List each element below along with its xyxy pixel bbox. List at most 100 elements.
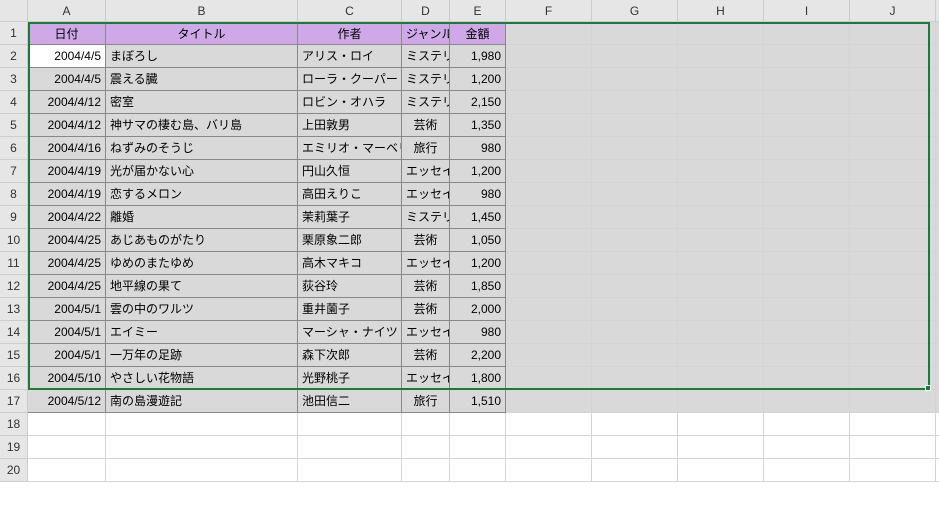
column-header-F[interactable]: F xyxy=(506,0,592,22)
column-header-B[interactable]: B xyxy=(106,0,298,22)
empty-cell[interactable] xyxy=(678,229,764,252)
column-header-J[interactable]: J xyxy=(850,0,936,22)
empty-cell[interactable] xyxy=(106,413,298,436)
data-cell[interactable]: 密室 xyxy=(106,91,298,114)
data-cell[interactable]: 1,800 xyxy=(450,367,506,390)
data-cell[interactable]: 1,200 xyxy=(450,252,506,275)
empty-cell[interactable] xyxy=(506,68,592,91)
empty-cell[interactable] xyxy=(850,183,936,206)
data-cell[interactable]: あじあものがたり xyxy=(106,229,298,252)
row-header-15[interactable]: 15 xyxy=(0,344,28,367)
row-header-6[interactable]: 6 xyxy=(0,137,28,160)
data-cell[interactable]: 震える臓 xyxy=(106,68,298,91)
empty-cell[interactable] xyxy=(764,160,850,183)
data-cell[interactable]: 1,350 xyxy=(450,114,506,137)
data-cell[interactable]: 芸術 xyxy=(402,114,450,137)
empty-cell[interactable] xyxy=(678,390,764,413)
empty-cell[interactable] xyxy=(506,413,592,436)
data-cell[interactable]: 神サマの棲む島、バリ島 xyxy=(106,114,298,137)
empty-cell[interactable] xyxy=(850,390,936,413)
data-cell[interactable]: 2004/4/22 xyxy=(28,206,106,229)
data-cell[interactable]: ミステリー xyxy=(402,45,450,68)
data-cell[interactable]: 離婚 xyxy=(106,206,298,229)
data-cell[interactable]: 高木マキコ xyxy=(298,252,402,275)
row-header-7[interactable]: 7 xyxy=(0,160,28,183)
empty-cell[interactable] xyxy=(850,160,936,183)
data-cell[interactable]: まぼろし xyxy=(106,45,298,68)
empty-cell[interactable] xyxy=(850,275,936,298)
data-cell[interactable]: ねずみのそうじ xyxy=(106,137,298,160)
empty-cell[interactable] xyxy=(764,390,850,413)
header-cell[interactable]: 日付 xyxy=(28,22,106,45)
data-cell[interactable]: 芸術 xyxy=(402,298,450,321)
data-cell[interactable]: 2,200 xyxy=(450,344,506,367)
empty-cell[interactable] xyxy=(592,436,678,459)
empty-cell[interactable] xyxy=(678,91,764,114)
empty-cell[interactable] xyxy=(678,367,764,390)
empty-cell[interactable] xyxy=(592,275,678,298)
data-cell[interactable]: アリス・ロイ xyxy=(298,45,402,68)
data-cell[interactable]: 2004/4/25 xyxy=(28,252,106,275)
empty-cell[interactable] xyxy=(678,413,764,436)
row-header-3[interactable]: 3 xyxy=(0,68,28,91)
empty-cell[interactable] xyxy=(506,183,592,206)
row-header-18[interactable]: 18 xyxy=(0,413,28,436)
empty-cell[interactable] xyxy=(592,367,678,390)
empty-cell[interactable] xyxy=(850,22,936,45)
data-cell[interactable]: 地平線の果て xyxy=(106,275,298,298)
data-cell[interactable]: エッセイ xyxy=(402,160,450,183)
empty-cell[interactable] xyxy=(106,459,298,482)
data-cell[interactable]: 2004/4/19 xyxy=(28,160,106,183)
empty-cell[interactable] xyxy=(298,413,402,436)
data-cell[interactable]: ミステリー xyxy=(402,68,450,91)
empty-cell[interactable] xyxy=(402,413,450,436)
empty-cell[interactable] xyxy=(506,206,592,229)
data-cell[interactable]: 荻谷玲 xyxy=(298,275,402,298)
empty-cell[interactable] xyxy=(592,390,678,413)
column-header-E[interactable]: E xyxy=(450,0,506,22)
empty-cell[interactable] xyxy=(678,22,764,45)
data-cell[interactable]: 雲の中のワルツ xyxy=(106,298,298,321)
data-cell[interactable]: 茉莉葉子 xyxy=(298,206,402,229)
row-header-8[interactable]: 8 xyxy=(0,183,28,206)
empty-cell[interactable] xyxy=(506,436,592,459)
empty-cell[interactable] xyxy=(506,344,592,367)
empty-cell[interactable] xyxy=(592,137,678,160)
empty-cell[interactable] xyxy=(850,298,936,321)
data-cell[interactable]: 高田えりこ xyxy=(298,183,402,206)
data-cell[interactable]: マーシャ・ナイツ xyxy=(298,321,402,344)
empty-cell[interactable] xyxy=(678,459,764,482)
empty-cell[interactable] xyxy=(764,344,850,367)
data-cell[interactable]: 2004/4/5 xyxy=(28,45,106,68)
row-header-5[interactable]: 5 xyxy=(0,114,28,137)
data-cell[interactable]: 2004/4/12 xyxy=(28,114,106,137)
data-cell[interactable]: エイミー xyxy=(106,321,298,344)
empty-cell[interactable] xyxy=(678,344,764,367)
data-cell[interactable]: 池田信二 xyxy=(298,390,402,413)
empty-cell[interactable] xyxy=(592,45,678,68)
data-cell[interactable]: 芸術 xyxy=(402,229,450,252)
data-cell[interactable]: 2004/5/12 xyxy=(28,390,106,413)
empty-cell[interactable] xyxy=(850,344,936,367)
data-cell[interactable]: 2004/4/5 xyxy=(28,68,106,91)
data-cell[interactable]: 2004/4/19 xyxy=(28,183,106,206)
column-header-A[interactable]: A xyxy=(28,0,106,22)
empty-cell[interactable] xyxy=(678,298,764,321)
empty-cell[interactable] xyxy=(764,206,850,229)
empty-cell[interactable] xyxy=(850,252,936,275)
row-header-14[interactable]: 14 xyxy=(0,321,28,344)
row-header-10[interactable]: 10 xyxy=(0,229,28,252)
row-header-9[interactable]: 9 xyxy=(0,206,28,229)
header-cell[interactable]: タイトル xyxy=(106,22,298,45)
empty-cell[interactable] xyxy=(506,137,592,160)
data-cell[interactable]: 円山久恒 xyxy=(298,160,402,183)
empty-cell[interactable] xyxy=(592,344,678,367)
empty-cell[interactable] xyxy=(678,114,764,137)
empty-cell[interactable] xyxy=(106,436,298,459)
empty-cell[interactable] xyxy=(764,298,850,321)
empty-cell[interactable] xyxy=(764,459,850,482)
empty-cell[interactable] xyxy=(764,436,850,459)
empty-cell[interactable] xyxy=(592,114,678,137)
empty-cell[interactable] xyxy=(678,68,764,91)
data-cell[interactable]: 重井薗子 xyxy=(298,298,402,321)
